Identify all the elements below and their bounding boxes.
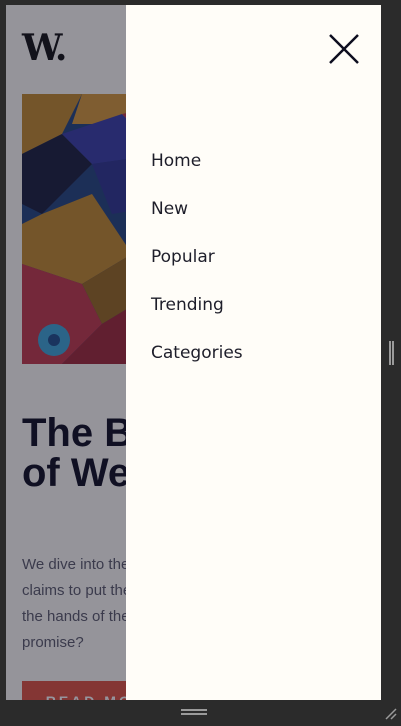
close-menu-button[interactable]	[326, 31, 362, 67]
resize-handle-icon	[385, 708, 397, 720]
menu-item-categories[interactable]: Categories	[151, 339, 243, 387]
mobile-menu-panel: Home New Popular Trending Categories	[126, 5, 381, 700]
responsive-frame: W. The of Web We dive into the claims to…	[0, 0, 401, 726]
menu-item-popular[interactable]: Popular	[151, 243, 243, 291]
menu-item-trending[interactable]: Trending	[151, 291, 243, 339]
menu-item-new[interactable]: New	[151, 195, 243, 243]
close-icon	[329, 34, 359, 64]
mobile-viewport: W. The of Web We dive into the claims to…	[6, 5, 381, 700]
width-resize-handle[interactable]	[389, 341, 394, 365]
menu-nav-list: Home New Popular Trending Categories	[151, 147, 243, 387]
height-resize-handle[interactable]	[181, 709, 207, 715]
corner-resize-handle[interactable]	[385, 705, 397, 720]
menu-item-home[interactable]: Home	[151, 147, 243, 195]
